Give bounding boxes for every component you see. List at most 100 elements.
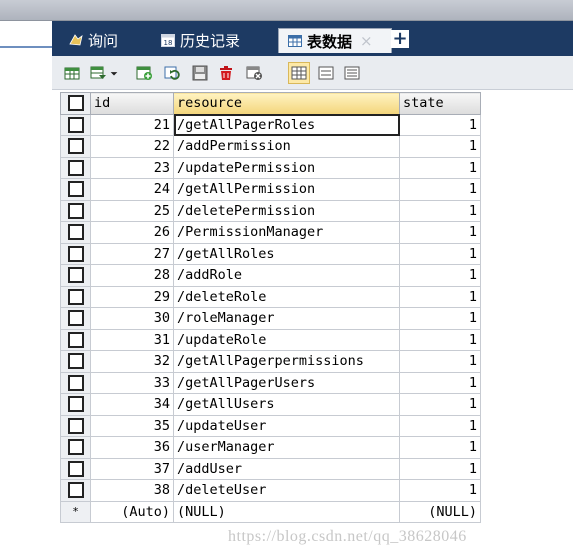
cell-resource[interactable]: /addUser	[173, 457, 400, 480]
table-row[interactable]: 33/getAllPagerUsers 1	[60, 371, 481, 394]
grid-view-icon[interactable]	[288, 62, 310, 84]
cell-state[interactable]: 1	[399, 242, 481, 265]
select-all-checkbox[interactable]	[60, 92, 91, 115]
chevron-down-icon[interactable]	[108, 63, 120, 83]
cell-state[interactable]: 1	[399, 135, 481, 158]
row-checkbox[interactable]	[60, 414, 91, 437]
cell-state[interactable]: 1	[399, 479, 481, 502]
export-icon[interactable]	[88, 63, 108, 83]
cell-state[interactable]: 1	[399, 457, 481, 480]
table-row[interactable]: 29/deleteRole 1	[60, 285, 481, 308]
column-header-resource[interactable]: resource	[173, 92, 400, 115]
table-row[interactable]: 26/PermissionManager 1	[60, 221, 481, 244]
row-checkbox[interactable]	[60, 264, 91, 287]
cell-resource[interactable]: /updatePermission	[173, 156, 400, 179]
cell-id[interactable]: 22	[90, 135, 174, 158]
table-row[interactable]: 31/updateRole 1	[60, 328, 481, 351]
row-checkbox[interactable]	[60, 199, 91, 222]
cell-id[interactable]: 33	[90, 371, 174, 394]
table-row[interactable]: 22/addPermission 1	[60, 135, 481, 158]
column-header-id[interactable]: id	[90, 92, 174, 115]
cell-state[interactable]: 1	[399, 113, 481, 136]
cell-id[interactable]: 29	[90, 285, 174, 308]
cell-state[interactable]: 1	[399, 350, 481, 373]
cell-state[interactable]: 1	[399, 436, 481, 459]
row-checkbox[interactable]	[60, 457, 91, 480]
cell-resource[interactable]: /addPermission	[173, 135, 400, 158]
table-row[interactable]: 25/deletePermission 1	[60, 199, 481, 222]
row-checkbox[interactable]	[60, 221, 91, 244]
new-row[interactable]: * (Auto) (NULL) (NULL)	[60, 500, 481, 523]
cell-state[interactable]: 1	[399, 414, 481, 437]
cell-resource[interactable]: /userManager	[173, 436, 400, 459]
row-checkbox[interactable]	[60, 285, 91, 308]
cell-resource[interactable]: /getAllPagerUsers	[173, 371, 400, 394]
cell-resource[interactable]: /updateRole	[173, 328, 400, 351]
tab-table-data[interactable]: 表数据 ×	[278, 28, 392, 53]
cell-state[interactable]: 1	[399, 264, 481, 287]
cell-id[interactable]: 26	[90, 221, 174, 244]
tab-history[interactable]: 18 历史记录	[152, 28, 268, 52]
cell-state[interactable]: 1	[399, 199, 481, 222]
table-row[interactable]: 35/updateUser 1	[60, 414, 481, 437]
cell-resource[interactable]: /roleManager	[173, 307, 400, 330]
close-icon[interactable]: ×	[360, 32, 373, 50]
table-row[interactable]: 27/getAllRoles 1	[60, 242, 481, 265]
table-row[interactable]: 36/userManager 1	[60, 436, 481, 459]
cell-resource[interactable]: /deleteUser	[173, 479, 400, 502]
cell-id[interactable]: 35	[90, 414, 174, 437]
table-row[interactable]: 21/getAllPagerRoles 1	[60, 113, 481, 136]
cancel-icon[interactable]	[244, 63, 264, 83]
cell-resource[interactable]: /getAllUsers	[173, 393, 400, 416]
import-icon[interactable]	[62, 63, 82, 83]
cell-resource[interactable]: /getAllPermission	[173, 178, 400, 201]
table-row[interactable]: 38/deleteUser 1	[60, 479, 481, 502]
table-row[interactable]: 30/roleManager 1	[60, 307, 481, 330]
row-checkbox[interactable]	[60, 436, 91, 459]
table-row[interactable]: 32/getAllPagerpermissions 1	[60, 350, 481, 373]
cell-resource[interactable]: /PermissionManager	[173, 221, 400, 244]
table-row[interactable]: 34/getAllUsers 1	[60, 393, 481, 416]
column-header-state[interactable]: state	[399, 92, 481, 115]
cell-id[interactable]: 38	[90, 479, 174, 502]
cell-id[interactable]: 32	[90, 350, 174, 373]
cell-id[interactable]: 31	[90, 328, 174, 351]
form-view-icon[interactable]	[316, 63, 336, 83]
cell-id[interactable]: 25	[90, 199, 174, 222]
table-row[interactable]: 28/addRole 1	[60, 264, 481, 287]
cell-id[interactable]: 24	[90, 178, 174, 201]
cell-id[interactable]: 21	[90, 113, 174, 136]
refresh-icon[interactable]	[162, 63, 182, 83]
row-checkbox[interactable]	[60, 393, 91, 416]
add-tab-button[interactable]: +	[391, 30, 409, 48]
delete-icon[interactable]	[216, 63, 236, 83]
cell-id[interactable]: 36	[90, 436, 174, 459]
add-row-icon[interactable]	[134, 63, 154, 83]
cell-state[interactable]: 1	[399, 285, 481, 308]
cell-state[interactable]: 1	[399, 156, 481, 179]
row-checkbox[interactable]	[60, 307, 91, 330]
text-view-icon[interactable]	[342, 63, 362, 83]
cell-resource[interactable]: /getAllPagerRoles	[173, 113, 400, 136]
cell-id[interactable]: (Auto)	[90, 500, 174, 523]
cell-resource[interactable]: /getAllRoles	[173, 242, 400, 265]
cell-id[interactable]: 37	[90, 457, 174, 480]
cell-state[interactable]: 1	[399, 371, 481, 394]
cell-state[interactable]: (NULL)	[399, 500, 481, 523]
cell-resource[interactable]: /addRole	[173, 264, 400, 287]
cell-id[interactable]: 34	[90, 393, 174, 416]
cell-state[interactable]: 1	[399, 328, 481, 351]
row-checkbox[interactable]	[60, 350, 91, 373]
row-checkbox[interactable]	[60, 242, 91, 265]
cell-state[interactable]: 1	[399, 221, 481, 244]
row-checkbox[interactable]	[60, 178, 91, 201]
row-checkbox[interactable]	[60, 479, 91, 502]
save-icon[interactable]	[190, 63, 210, 83]
cell-state[interactable]: 1	[399, 307, 481, 330]
table-row[interactable]: 24/getAllPermission 1	[60, 178, 481, 201]
cell-id[interactable]: 27	[90, 242, 174, 265]
cell-id[interactable]: 28	[90, 264, 174, 287]
cell-id[interactable]: 23	[90, 156, 174, 179]
cell-resource[interactable]: /getAllPagerpermissions	[173, 350, 400, 373]
row-checkbox[interactable]	[60, 371, 91, 394]
